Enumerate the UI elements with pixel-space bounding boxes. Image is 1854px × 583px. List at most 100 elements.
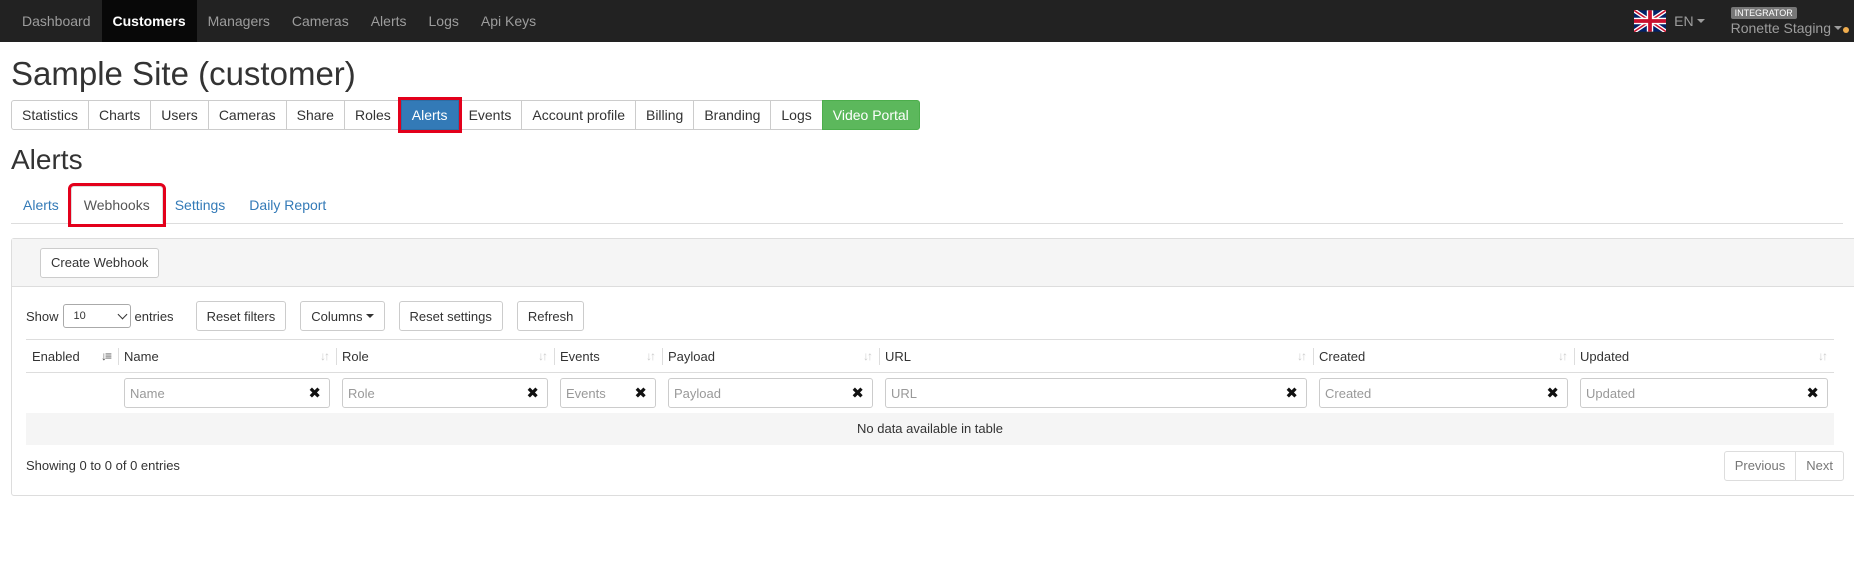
column-header-updated[interactable]: Updated ↓↑ <box>1574 339 1834 374</box>
sort-icon: ↓↑ <box>538 349 548 364</box>
role-badge: INTEGRATOR <box>1730 6 1797 19</box>
column-header-enabled[interactable]: Enabled ↓≡ <box>26 339 118 374</box>
column-header-payload[interactable]: Payload ↓↑ <box>662 339 879 374</box>
clear-icon[interactable]: ✖ <box>308 384 321 402</box>
user-name-label: Ronette Staging <box>1730 19 1831 36</box>
alert-subtabs: Alerts Webhooks Settings Daily Report <box>11 183 1843 228</box>
tab-branding[interactable]: Branding <box>693 100 772 131</box>
create-webhook-button[interactable]: Create Webhook <box>40 247 160 278</box>
sort-icon: ↓↑ <box>646 349 656 364</box>
filter-input-updated[interactable]: Updated ✖ <box>1580 378 1828 409</box>
next-button[interactable]: Next <box>1795 450 1844 481</box>
page-length-value: 10 <box>73 310 86 323</box>
filter-input-created[interactable]: Created ✖ <box>1319 378 1568 409</box>
filter-row: Name ✖ Role ✖ Events ✖ Payload ✖ URL ✖ Create… <box>26 373 1834 413</box>
subtab-alerts[interactable]: Alerts <box>11 187 71 223</box>
tab-alerts[interactable]: Alerts <box>397 97 462 134</box>
language-label: EN <box>1674 13 1694 29</box>
filter-input-role[interactable]: Role ✖ <box>342 378 548 409</box>
column-header-events[interactable]: Events ↓↑ <box>554 339 662 374</box>
page-title: Sample Site (customer) <box>11 55 356 92</box>
nav-item-managers[interactable]: Managers <box>197 0 281 42</box>
sort-icon: ↓↑ <box>1558 349 1568 364</box>
sort-icon: ↓↑ <box>1818 349 1828 364</box>
tab-billing[interactable]: Billing <box>634 100 695 131</box>
columns-button[interactable]: Columns <box>300 301 385 332</box>
page-length-control: Show 10 entries <box>26 304 174 329</box>
filter-input-events[interactable]: Events ✖ <box>560 378 656 409</box>
refresh-button[interactable]: Refresh <box>516 301 585 332</box>
tab-cameras[interactable]: Cameras <box>207 100 287 131</box>
top-navbar: Dashboard Customers Managers Cameras Ale… <box>0 0 1854 42</box>
nav-item-alerts[interactable]: Alerts <box>360 0 418 42</box>
webhooks-table: Enabled ↓≡ Name ↓↑ Role ↓↑ Events ↓↑ Payload… <box>26 339 1834 445</box>
clear-icon[interactable]: ✖ <box>1285 384 1298 402</box>
language-dropdown[interactable]: EN <box>1674 13 1705 29</box>
section-title: Alerts <box>11 144 83 176</box>
tab-video-portal[interactable]: Video Portal <box>821 100 920 131</box>
sort-icon: ↓↑ <box>1297 349 1307 364</box>
tab-events[interactable]: Events <box>457 100 523 131</box>
tab-charts[interactable]: Charts <box>88 100 152 131</box>
subtab-webhooks[interactable]: Webhooks <box>67 183 166 228</box>
nav-item-customers[interactable]: Customers <box>101 0 197 42</box>
filter-input-payload[interactable]: Payload ✖ <box>668 378 873 409</box>
sort-icon: ↓↑ <box>320 349 330 364</box>
clear-icon[interactable]: ✖ <box>851 384 864 402</box>
tab-statistics[interactable]: Statistics <box>11 100 90 131</box>
filter-cell-enabled <box>26 373 118 413</box>
show-label: Show <box>26 308 59 324</box>
empty-message: No data available in table <box>26 412 1834 445</box>
caret-down-icon <box>1696 19 1705 23</box>
tab-users[interactable]: Users <box>150 100 209 131</box>
chevron-down-icon <box>117 309 127 320</box>
column-header-role[interactable]: Role ↓↑ <box>336 339 554 374</box>
page-length-select[interactable]: 10 <box>62 304 131 329</box>
main-nav: Dashboard Customers Managers Cameras Ale… <box>11 0 547 42</box>
user-name: Ronette Staging <box>1731 20 1842 36</box>
main-content: Sample Site (customer) Statistics Charts… <box>0 55 1854 496</box>
tab-logs[interactable]: Logs <box>770 100 823 131</box>
entries-label: entries <box>134 308 174 324</box>
column-header-name[interactable]: Name ↓↑ <box>118 339 336 374</box>
reset-settings-button[interactable]: Reset settings <box>398 301 503 332</box>
nav-item-dashboard[interactable]: Dashboard <box>11 0 102 42</box>
clear-icon[interactable]: ✖ <box>634 384 647 402</box>
sort-icon: ↓↑ <box>863 349 873 364</box>
nav-item-api-keys[interactable]: Api Keys <box>470 0 547 42</box>
clear-icon[interactable]: ✖ <box>526 384 539 402</box>
table-info: Showing 0 to 0 of 0 entries <box>26 458 180 474</box>
tab-share[interactable]: Share <box>285 100 345 131</box>
nav-item-cameras[interactable]: Cameras <box>281 0 360 42</box>
caret-down-icon <box>365 314 374 319</box>
previous-button[interactable]: Previous <box>1723 450 1797 481</box>
webhooks-panel: Create Webhook Show 10 entries Reset fil… <box>11 238 1854 496</box>
subtab-settings[interactable]: Settings <box>163 187 238 223</box>
filter-input-name[interactable]: Name ✖ <box>124 378 330 409</box>
table-toolbar: Show 10 entries Reset filters Columns Re… <box>26 299 1844 333</box>
subtab-daily-report[interactable]: Daily Report <box>237 187 338 223</box>
sort-asc-icon: ↓≡ <box>100 349 112 364</box>
column-header-url[interactable]: URL ↓↑ <box>879 339 1313 374</box>
tab-account-profile[interactable]: Account profile <box>521 100 636 131</box>
table-footer: Showing 0 to 0 of 0 entries Previous Nex… <box>26 445 1844 495</box>
caret-down-icon <box>1834 25 1842 30</box>
reset-filters-button[interactable]: Reset filters <box>195 301 287 332</box>
uk-flag-icon[interactable] <box>1634 10 1667 32</box>
notification-dot-icon <box>1843 27 1849 33</box>
columns-label: Columns <box>311 308 363 324</box>
nav-item-logs[interactable]: Logs <box>418 0 470 42</box>
column-header-created[interactable]: Created ↓↑ <box>1313 339 1574 374</box>
clear-icon[interactable]: ✖ <box>1806 384 1819 402</box>
user-menu[interactable]: INTEGRATOR Ronette Staging <box>1730 0 1849 42</box>
panel-heading: Create Webhook <box>12 239 1854 288</box>
nav-right: EN INTEGRATOR Ronette Staging <box>1634 0 1854 42</box>
table-header-row: Enabled ↓≡ Name ↓↑ Role ↓↑ Events ↓↑ Payload… <box>26 339 1834 374</box>
panel-body: Show 10 entries Reset filters Columns Re… <box>12 287 1854 495</box>
clear-icon[interactable]: ✖ <box>1546 384 1559 402</box>
pagination: Previous Next <box>1723 450 1844 481</box>
tab-roles[interactable]: Roles <box>343 100 402 131</box>
filter-input-url[interactable]: URL ✖ <box>885 378 1307 409</box>
customer-tabs: Statistics Charts Users Cameras Share Ro… <box>11 97 1843 134</box>
empty-table-row: No data available in table <box>26 412 1834 445</box>
